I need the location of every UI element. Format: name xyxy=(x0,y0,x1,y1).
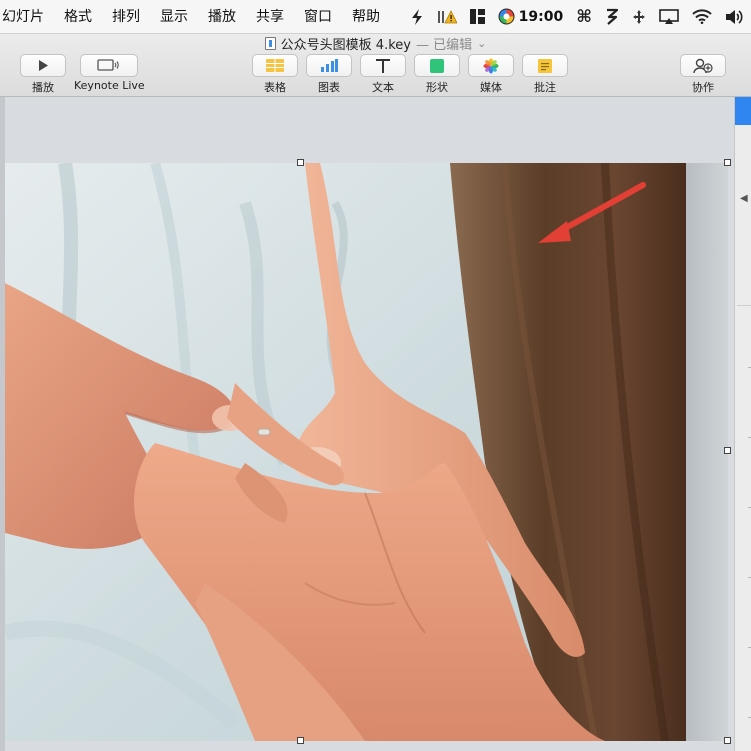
chart-button[interactable]: 图表 xyxy=(306,54,352,95)
collaborate-button[interactable]: 协作 xyxy=(680,54,726,95)
text-button[interactable]: 文本 xyxy=(360,54,406,95)
volume-icon[interactable] xyxy=(725,7,743,27)
resize-handle-bottom[interactable] xyxy=(297,737,304,744)
collaborate-icon xyxy=(693,58,713,73)
resize-handle-right[interactable] xyxy=(724,447,731,454)
resize-handle-bottom-right[interactable] xyxy=(724,737,731,744)
color-wheel-icon xyxy=(498,8,515,25)
comment-icon xyxy=(538,58,552,73)
edited-state: — 已编辑 xyxy=(415,37,473,53)
comment-button[interactable]: 批注 xyxy=(522,54,568,95)
status-area: 19:00 ⌘ xyxy=(410,0,751,33)
resize-handle-top-right[interactable] xyxy=(724,159,731,166)
menu-slide[interactable]: 幻灯片 xyxy=(0,0,54,34)
inspector-panel[interactable]: ◀ xyxy=(734,97,751,751)
play-icon xyxy=(39,60,48,71)
menu-view[interactable]: 显示 xyxy=(150,0,198,34)
text-label: 文本 xyxy=(372,81,394,94)
document-title-bar[interactable]: 公众号头图模板 4.key — 已编辑 ⌄ xyxy=(0,34,751,53)
media-photos-icon xyxy=(483,57,499,74)
title-chevron-icon[interactable]: ⌄ xyxy=(477,37,486,50)
play-label: 播放 xyxy=(32,81,54,94)
play-button[interactable]: 播放 xyxy=(20,54,66,95)
keynote-document-icon xyxy=(264,36,276,50)
resize-handle-top[interactable] xyxy=(297,159,304,166)
menu-arrange[interactable]: 排列 xyxy=(102,0,150,34)
slide-photo[interactable] xyxy=(5,163,686,741)
inspector-tab-active[interactable] xyxy=(735,97,751,125)
inspector-divider xyxy=(737,305,751,306)
shape-icon xyxy=(430,58,444,73)
squiggle-icon[interactable] xyxy=(605,7,619,27)
keynote-toolbar: 公众号头图模板 4.key — 已编辑 ⌄ 播放 Keynote Live 表格… xyxy=(0,34,751,97)
media-label: 媒体 xyxy=(480,81,502,94)
shape-button[interactable]: 形状 xyxy=(414,54,460,95)
document-title: 公众号头图模板 4.key xyxy=(280,37,411,53)
collaborate-label: 协作 xyxy=(692,81,714,94)
keynote-live-button[interactable]: Keynote Live xyxy=(74,54,145,92)
table-label: 表格 xyxy=(264,81,286,94)
menu-share[interactable]: 共享 xyxy=(246,0,294,34)
chart-label: 图表 xyxy=(318,81,340,94)
menu-left: 幻灯片 格式 排列 显示 播放 共享 窗口 帮助 xyxy=(0,0,390,33)
menu-help[interactable]: 帮助 xyxy=(342,0,390,34)
wifi-icon[interactable] xyxy=(692,7,712,27)
photo-edge-strip xyxy=(686,163,728,741)
clock-time: 19:00 xyxy=(518,8,564,25)
table-button[interactable]: 表格 xyxy=(252,54,298,95)
table-icon xyxy=(266,59,284,72)
keynote-live-icon xyxy=(97,59,120,71)
menu-bar: 幻灯片 格式 排列 显示 播放 共享 窗口 帮助 19:00 ⌘ xyxy=(0,0,751,34)
inspector-chevron-icon[interactable]: ◀ xyxy=(740,193,748,204)
menu-play[interactable]: 播放 xyxy=(198,0,246,34)
power-icon[interactable] xyxy=(410,7,424,27)
command-icon[interactable]: ⌘ xyxy=(576,7,592,27)
keynote-live-label: Keynote Live xyxy=(74,79,145,92)
chart-icon xyxy=(321,59,338,72)
clock[interactable]: 19:00 xyxy=(498,8,564,25)
text-icon xyxy=(376,58,390,73)
move-icon[interactable] xyxy=(632,7,646,27)
shape-label: 形状 xyxy=(426,81,448,94)
warning-icon[interactable] xyxy=(437,7,457,27)
hands-photo-image xyxy=(5,163,686,741)
menu-format[interactable]: 格式 xyxy=(54,0,102,34)
comment-label: 批注 xyxy=(534,81,556,94)
airplay-icon[interactable] xyxy=(659,7,679,27)
window-layout-icon[interactable] xyxy=(469,7,485,27)
media-button[interactable]: 媒体 xyxy=(468,54,514,95)
menu-window[interactable]: 窗口 xyxy=(294,0,342,34)
